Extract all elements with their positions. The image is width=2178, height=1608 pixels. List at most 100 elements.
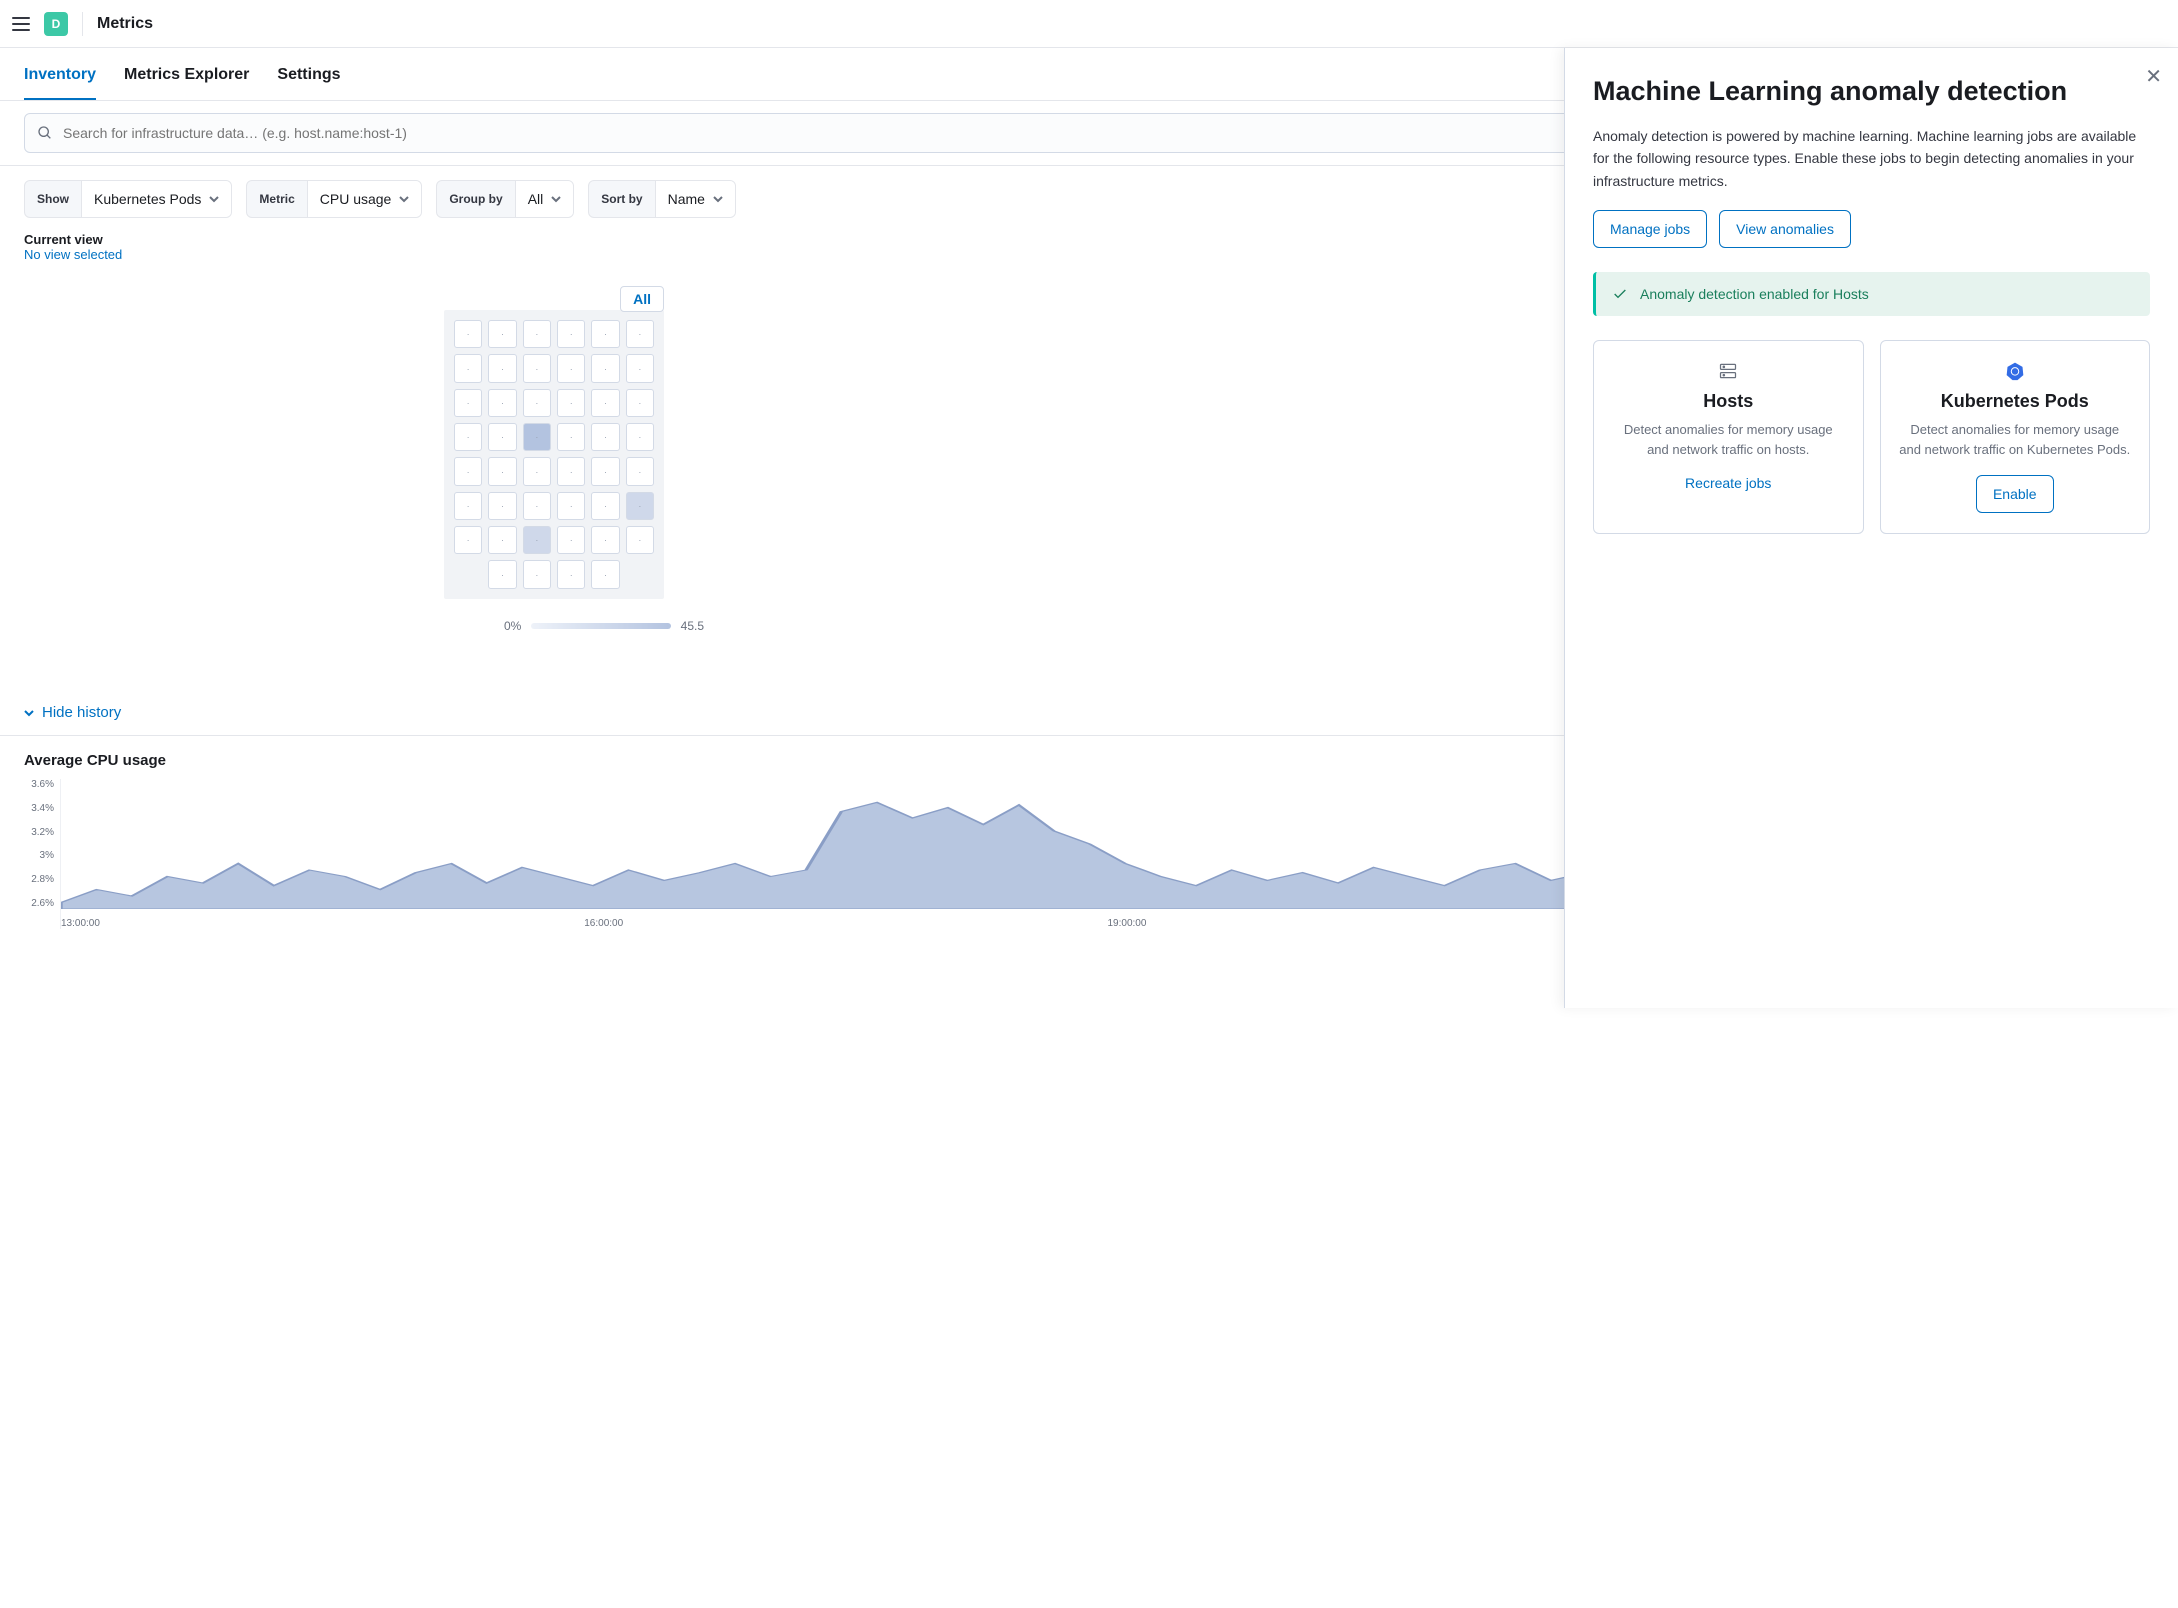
card-action-link[interactable]: Recreate jobs bbox=[1685, 475, 1771, 491]
waffle-cell[interactable]: · bbox=[557, 354, 585, 382]
waffle-cell[interactable]: · bbox=[488, 354, 516, 382]
waffle-cell[interactable]: · bbox=[488, 526, 516, 554]
waffle-cell[interactable]: · bbox=[488, 389, 516, 417]
filter-metric-value[interactable]: CPU usage bbox=[307, 181, 422, 217]
waffle-cell[interactable]: · bbox=[626, 526, 654, 554]
waffle-cell[interactable]: · bbox=[523, 457, 551, 485]
filter-metric-label: Metric bbox=[247, 182, 306, 216]
waffle-grid: ········································… bbox=[444, 310, 664, 599]
waffle-cell[interactable]: · bbox=[626, 492, 654, 520]
waffle-cell[interactable]: · bbox=[557, 457, 585, 485]
waffle-cell[interactable]: · bbox=[523, 320, 551, 348]
waffle-cell[interactable]: · bbox=[557, 560, 585, 588]
anomaly-card-hosts: HostsDetect anomalies for memory usage a… bbox=[1593, 340, 1864, 534]
waffle-cell[interactable]: · bbox=[488, 423, 516, 451]
card-description: Detect anomalies for memory usage and ne… bbox=[1899, 420, 2132, 459]
waffle-cell[interactable]: · bbox=[454, 354, 482, 382]
filter-group-text: All bbox=[528, 191, 544, 207]
x-tick: 19:00:00 bbox=[1108, 918, 1631, 929]
filter-show-label: Show bbox=[25, 182, 81, 216]
anomaly-flyout: ✕ Machine Learning anomaly detection Ano… bbox=[1564, 48, 2178, 1008]
topbar: D Metrics bbox=[0, 0, 2178, 48]
waffle-cell[interactable]: · bbox=[454, 320, 482, 348]
waffle-cell[interactable]: · bbox=[591, 423, 619, 451]
flyout-actions: Manage jobs View anomalies bbox=[1593, 210, 2150, 248]
anomaly-card-kubernetes-pods: Kubernetes Pods Detect anomalies for memo… bbox=[1880, 340, 2151, 534]
flyout-title: Machine Learning anomaly detection bbox=[1593, 76, 2150, 107]
waffle-cell[interactable]: · bbox=[454, 423, 482, 451]
waffle-cell[interactable]: · bbox=[488, 320, 516, 348]
waffle-cell[interactable]: · bbox=[591, 560, 619, 588]
card-title: Kubernetes Pods bbox=[1899, 391, 2132, 412]
chevron-down-icon bbox=[399, 194, 409, 204]
waffle-cell[interactable]: · bbox=[557, 526, 585, 554]
waffle-wrap: All ····································… bbox=[444, 310, 664, 599]
waffle-cell[interactable]: · bbox=[591, 492, 619, 520]
tab-settings[interactable]: Settings bbox=[277, 66, 340, 100]
waffle-cell[interactable]: · bbox=[557, 320, 585, 348]
flyout-description: Anomaly detection is powered by machine … bbox=[1593, 125, 2150, 192]
x-tick: 16:00:00 bbox=[584, 918, 1107, 929]
waffle-cell[interactable]: · bbox=[591, 526, 619, 554]
waffle-cell[interactable]: · bbox=[591, 354, 619, 382]
x-tick: 13:00:00 bbox=[61, 918, 584, 929]
tab-metrics-explorer[interactable]: Metrics Explorer bbox=[124, 66, 249, 100]
waffle-cell[interactable]: · bbox=[557, 492, 585, 520]
waffle-cell[interactable]: · bbox=[591, 389, 619, 417]
waffle-cell[interactable] bbox=[626, 560, 654, 588]
y-tick: 3.4% bbox=[24, 803, 60, 814]
waffle-cell[interactable]: · bbox=[626, 423, 654, 451]
filter-show-text: Kubernetes Pods bbox=[94, 191, 201, 207]
group-badge[interactable]: All bbox=[620, 286, 664, 312]
filter-group-label: Group by bbox=[437, 182, 514, 216]
waffle-cell[interactable]: · bbox=[454, 492, 482, 520]
close-button[interactable]: ✕ bbox=[2145, 64, 2162, 89]
y-tick: 2.8% bbox=[24, 874, 60, 885]
waffle-cell[interactable]: · bbox=[557, 389, 585, 417]
view-anomalies-button[interactable]: View anomalies bbox=[1719, 210, 1851, 248]
waffle-cell[interactable]: · bbox=[523, 423, 551, 451]
waffle-cell[interactable]: · bbox=[523, 526, 551, 554]
filter-sort-value[interactable]: Name bbox=[655, 181, 735, 217]
filter-sort-text: Name bbox=[668, 191, 705, 207]
waffle-cell[interactable]: · bbox=[523, 560, 551, 588]
waffle-cell[interactable]: · bbox=[454, 457, 482, 485]
waffle-cell[interactable]: · bbox=[488, 457, 516, 485]
chevron-down-icon bbox=[24, 708, 34, 718]
waffle-cell[interactable]: · bbox=[523, 492, 551, 520]
manage-jobs-button[interactable]: Manage jobs bbox=[1593, 210, 1707, 248]
waffle-cell[interactable]: · bbox=[557, 423, 585, 451]
card-action-button[interactable]: Enable bbox=[1976, 475, 2054, 513]
filter-show-value[interactable]: Kubernetes Pods bbox=[81, 181, 231, 217]
waffle-cell[interactable]: · bbox=[523, 354, 551, 382]
waffle-cell[interactable]: · bbox=[626, 457, 654, 485]
k8s-icon bbox=[2005, 361, 2025, 381]
callout-text: Anomaly detection enabled for Hosts bbox=[1640, 286, 1869, 302]
success-callout: Anomaly detection enabled for Hosts bbox=[1593, 272, 2150, 316]
waffle-cell[interactable]: · bbox=[454, 389, 482, 417]
legend-max: 45.5 bbox=[681, 619, 704, 633]
waffle-cell[interactable]: · bbox=[591, 320, 619, 348]
tab-inventory[interactable]: Inventory bbox=[24, 66, 96, 100]
waffle-cell[interactable]: · bbox=[626, 320, 654, 348]
y-tick: 3.2% bbox=[24, 827, 60, 838]
waffle-cell[interactable]: · bbox=[626, 354, 654, 382]
y-tick: 3.6% bbox=[24, 779, 60, 790]
legend-bar bbox=[531, 623, 670, 629]
waffle-cell[interactable]: · bbox=[626, 389, 654, 417]
waffle-cell[interactable]: · bbox=[488, 492, 516, 520]
divider bbox=[82, 12, 83, 36]
waffle-cell[interactable]: · bbox=[454, 526, 482, 554]
waffle-cell[interactable]: · bbox=[488, 560, 516, 588]
waffle-cell[interactable]: · bbox=[591, 457, 619, 485]
space-badge[interactable]: D bbox=[44, 12, 68, 36]
filter-sort-label: Sort by bbox=[589, 182, 654, 216]
storage-icon bbox=[1718, 361, 1738, 381]
menu-icon[interactable] bbox=[12, 17, 30, 31]
legend-min: 0% bbox=[504, 619, 521, 633]
card-description: Detect anomalies for memory usage and ne… bbox=[1612, 420, 1845, 459]
filter-group-value[interactable]: All bbox=[515, 181, 574, 217]
waffle-cell[interactable]: · bbox=[523, 389, 551, 417]
waffle-cell[interactable] bbox=[454, 560, 482, 588]
search-icon bbox=[37, 125, 53, 141]
